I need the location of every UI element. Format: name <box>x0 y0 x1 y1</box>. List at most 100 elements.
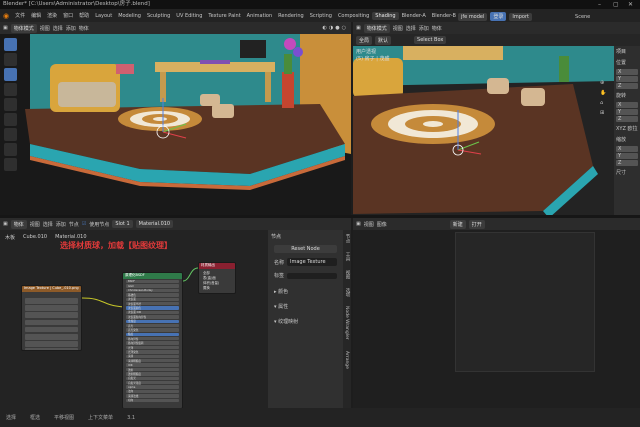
viewport-left[interactable] <box>0 34 351 215</box>
object-type-dropdown[interactable]: 物体 <box>10 219 27 229</box>
axis-field[interactable]: X <box>616 69 638 75</box>
new-image-button[interactable]: 新建 <box>449 219 466 229</box>
close-button[interactable]: ✕ <box>628 0 633 9</box>
bsdf-socket-row[interactable]: BSDF <box>126 280 179 284</box>
menu-view[interactable]: 视图 <box>40 25 50 32</box>
menu-node[interactable]: 节点 <box>69 221 79 228</box>
workspace-tab[interactable]: Sculpting <box>144 12 173 20</box>
import-button[interactable]: Import <box>509 12 533 21</box>
menu-image[interactable]: 图像 <box>377 221 387 228</box>
menu-view[interactable]: 视图 <box>30 221 40 228</box>
tool-select-icon[interactable] <box>4 38 17 51</box>
hand-icon[interactable]: ✋ <box>600 90 606 96</box>
material-output-node[interactable]: 材质输出 全部 表(曲)面 体积(音量) 置换 <box>198 262 236 294</box>
bsdf-socket-row[interactable]: 切向 <box>126 398 179 402</box>
blender-logo-icon[interactable]: ◉ <box>0 12 12 20</box>
tool-rotate-icon[interactable] <box>4 83 17 96</box>
menu-add[interactable]: 添加 <box>419 25 429 32</box>
menu-item[interactable]: 渲染 <box>44 12 60 19</box>
workspace-tab[interactable]: UV Editing <box>173 12 205 20</box>
menu-object[interactable]: 物体 <box>432 25 442 32</box>
workspace-tab[interactable]: Texture Paint <box>205 12 243 20</box>
tool-scale-icon[interactable] <box>4 98 17 111</box>
workspace-tab[interactable]: Modeling <box>115 12 144 20</box>
bsdf-socket-row[interactable]: 高光染色 <box>126 328 179 332</box>
scene-label[interactable]: Scene <box>575 14 590 20</box>
sidebar-tab[interactable]: 视图 <box>344 270 350 279</box>
menu-item[interactable]: 帮助 <box>76 12 92 19</box>
menu-view[interactable]: 视图 <box>393 25 403 32</box>
maximize-button[interactable]: ▢ <box>613 0 619 9</box>
tool-transform-icon[interactable] <box>4 113 17 126</box>
editor-type-icon[interactable]: ▣ <box>356 25 361 31</box>
workspace-tab[interactable]: Rendering <box>275 12 307 20</box>
reset-node-button[interactable]: Reset Node <box>274 245 337 253</box>
menu-object[interactable]: 物体 <box>79 25 89 32</box>
bsdf-socket-row[interactable]: 清漆法线 <box>126 394 179 398</box>
axis-field[interactable]: Y <box>616 109 638 115</box>
axis-field[interactable]: Z <box>616 83 638 89</box>
tool-add-cube-icon[interactable] <box>4 158 17 171</box>
axis-field[interactable]: Y <box>616 153 638 159</box>
login-button[interactable]: 登录 <box>490 12 507 21</box>
bsdf-socket-row[interactable]: 次表面 <box>126 297 179 301</box>
tool-measure-icon[interactable] <box>4 143 17 156</box>
bsdf-socket-row[interactable]: IOR <box>126 363 179 367</box>
axis-field[interactable]: X <box>616 146 638 152</box>
bsdf-socket-row[interactable]: 基础色 <box>126 293 179 297</box>
sidebar-tab[interactable]: Arrange <box>344 351 349 369</box>
bsdf-socket-row[interactable]: 高光 <box>126 323 179 328</box>
workspace-tab[interactable]: Scripting <box>307 12 335 20</box>
bsdf-socket-row[interactable]: 光泽染色 <box>126 350 179 354</box>
workspace-tab[interactable]: Layout <box>92 12 115 20</box>
bsdf-socket-row[interactable]: 光泽 <box>126 345 179 350</box>
bsdf-socket-row[interactable]: 次表面颜色 <box>126 306 179 310</box>
bsdf-socket-row[interactable]: 自发光强度 <box>126 380 179 385</box>
slot-dropdown[interactable]: Slot 1 <box>112 220 133 228</box>
bsdf-socket-row[interactable]: 自发光 <box>126 376 179 380</box>
transform-orientation[interactable]: 全局 <box>356 35 373 45</box>
bsdf-socket-row[interactable]: 次表面各向异性 <box>126 315 179 319</box>
menu-item[interactable]: 窗口 <box>60 12 76 19</box>
props-section[interactable]: ▾ 属性 <box>268 297 343 312</box>
editor-type-icon[interactable]: ▣ <box>3 221 8 227</box>
axis-field[interactable]: Y <box>616 76 638 82</box>
workspace-tab[interactable]: Blender-A <box>399 12 429 20</box>
menu-item[interactable]: 文件 <box>12 12 28 19</box>
output-socket-row[interactable]: 置换 <box>199 285 235 290</box>
bsdf-socket-row[interactable]: 次表面半径 <box>126 301 179 306</box>
bsdf-socket-row[interactable]: 次表面 IOR <box>126 310 179 314</box>
image-colorspace-row[interactable] <box>25 348 78 350</box>
bsdf-socket-row[interactable]: Alpha <box>126 385 179 389</box>
image-texture-node[interactable]: Image Texture | Cube_.010.png <box>21 285 82 351</box>
image-ext-row[interactable] <box>25 333 78 340</box>
workspace-tab[interactable]: Animation <box>244 12 276 20</box>
bsdf-socket-row[interactable]: Christensen-Burley <box>126 288 179 293</box>
bsdf-socket-row[interactable]: 金属度 <box>126 319 179 323</box>
image-interp-row[interactable] <box>25 319 78 326</box>
menu-add[interactable]: 添加 <box>66 25 76 32</box>
menu-select[interactable]: 选择 <box>406 25 416 32</box>
shading-icons[interactable]: ◐◑●○ <box>323 25 348 31</box>
sidebar-tab[interactable]: Node Wrangler <box>344 306 349 340</box>
workspace-tab[interactable]: Compositing <box>335 12 372 20</box>
axis-field[interactable]: Z <box>616 116 638 122</box>
name-field[interactable]: Image Texture <box>287 258 337 266</box>
zoom-icon[interactable]: ⊕ <box>600 80 606 86</box>
bsdf-socket-row[interactable]: GGX <box>126 284 179 288</box>
axis-field[interactable]: Z <box>616 160 638 166</box>
camera-icon[interactable]: ⌂ <box>600 100 606 106</box>
sidebar-tab[interactable]: 工具 <box>344 252 350 261</box>
image-color-row[interactable] <box>25 298 78 304</box>
minimize-button[interactable]: – <box>598 0 601 9</box>
color-section[interactable]: ▸ 颜色 <box>268 282 343 297</box>
tool-move-icon[interactable] <box>4 68 17 81</box>
bsdf-socket-row[interactable]: 清漆 <box>126 354 179 358</box>
sidebar-tab[interactable]: 选项 <box>344 288 350 297</box>
menu-select[interactable]: 选择 <box>43 221 53 228</box>
perspective-icon[interactable]: ⊞ <box>600 110 606 116</box>
bsdf-socket-row[interactable]: 法向 <box>126 389 179 393</box>
bsdf-socket-row[interactable]: 透射 <box>126 367 179 372</box>
navigation-gizmo[interactable]: ⊕ ✋ ⌂ ⊞ <box>600 80 606 116</box>
mode-dropdown[interactable]: 物体模式 <box>363 23 390 33</box>
